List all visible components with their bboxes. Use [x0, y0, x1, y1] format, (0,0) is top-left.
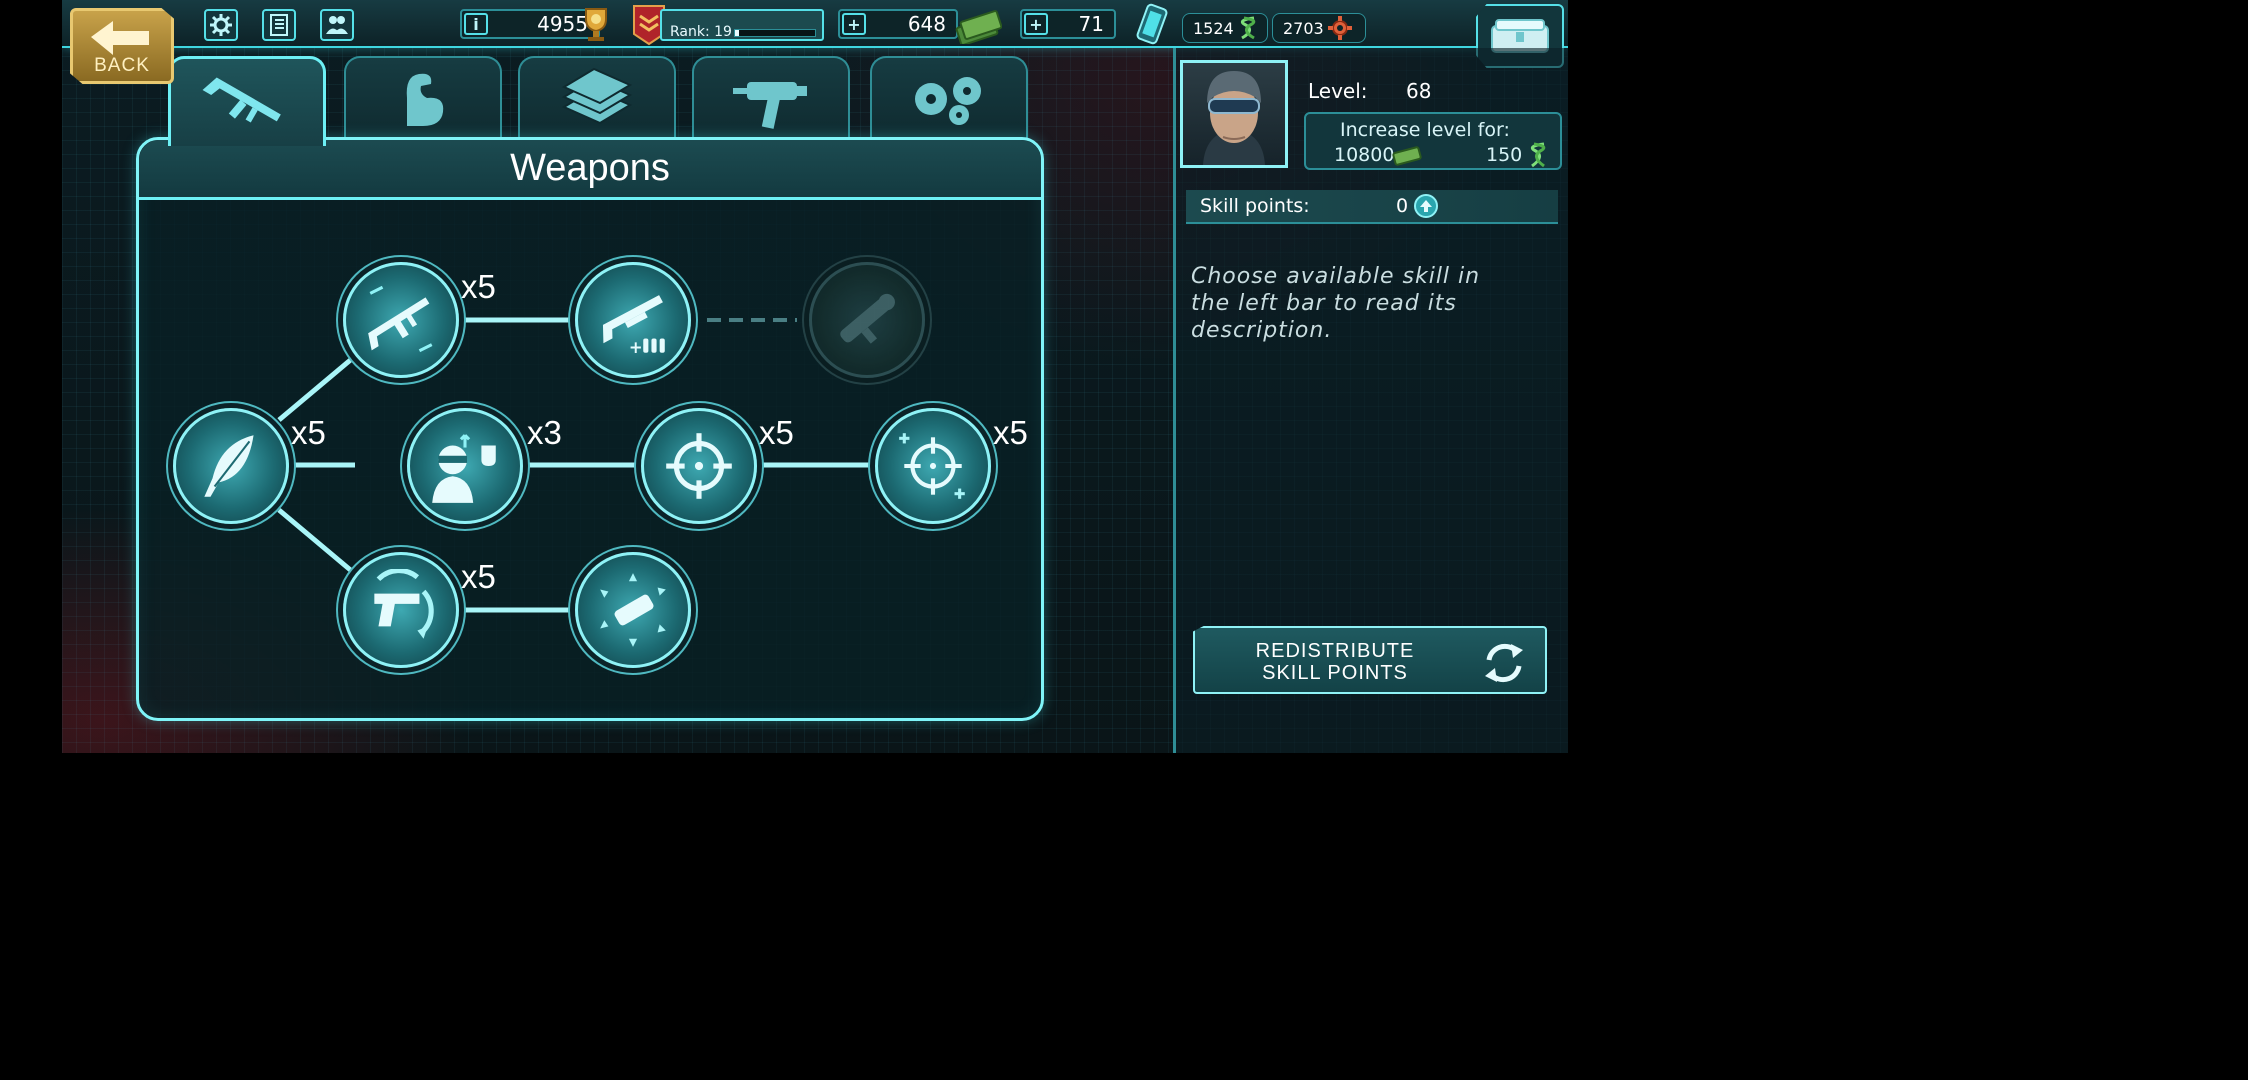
crystal-canister-icon: [1136, 3, 1168, 45]
multiplier-label: x5: [291, 414, 326, 451]
journal-button[interactable]: [262, 9, 296, 41]
skill-description: Choose available skill in the left bar t…: [1191, 264, 1481, 343]
pistol-reload-icon: [374, 569, 434, 639]
connector-line: [277, 508, 356, 575]
settings-button[interactable]: [204, 9, 238, 41]
skill-node-lightweight[interactable]: [173, 408, 289, 524]
level-cost-dna: 150: [1486, 144, 1523, 166]
refresh-cycle-icon: [1485, 643, 1523, 683]
crystal-counter: + 71: [1020, 9, 1116, 39]
level-up-cost-box: Increase level for: 10800 150: [1304, 112, 1562, 170]
cash-icon: [955, 10, 1002, 44]
cash-icon: [1392, 146, 1422, 166]
rifle-icon: [202, 76, 281, 122]
friends-button[interactable]: [320, 9, 354, 41]
skill-points-value: 0: [1396, 195, 1409, 217]
back-button[interactable]: BACK: [70, 8, 174, 84]
add-cash-button[interactable]: +: [842, 13, 866, 35]
dna-counter: 1524: [1182, 13, 1268, 43]
top-bar: i 4955 Rank: 19 + 648 + 71 1524 2703: [62, 0, 1568, 48]
level-value: 68: [1406, 79, 1432, 103]
parts-counter: 2703: [1272, 13, 1366, 43]
skill-node-aim[interactable]: [641, 408, 757, 524]
parts-value: 2703: [1283, 18, 1324, 38]
skill-node-assault-rifle[interactable]: [343, 262, 459, 378]
syringe-gun-icon: [733, 82, 807, 129]
tab-weapons[interactable]: [168, 56, 326, 146]
skill-node-aim-plus[interactable]: [875, 408, 991, 524]
assault-rifle-icon: [368, 285, 433, 353]
rocket-launcher-icon: [840, 293, 895, 344]
skill-node-strength[interactable]: [407, 408, 523, 524]
skill-node-rocket-launcher-locked[interactable]: [809, 262, 925, 378]
soldier-fist-icon: [432, 434, 496, 503]
soldier-avatar: [1203, 71, 1265, 165]
cash-counter: + 648: [838, 9, 958, 39]
game-screen: i 4955 Rank: 19 + 648 + 71 1524 2703 BAC…: [62, 0, 1568, 753]
level-label: Level:: [1308, 79, 1368, 103]
trophy-icon: [585, 8, 607, 41]
notebook-icon: [270, 14, 288, 36]
skill-points-row: Skill points: 0: [1186, 190, 1558, 224]
connector-line: [277, 355, 356, 422]
rank-progress-bar: [734, 29, 816, 37]
gears-icon: [915, 77, 981, 125]
crosshair-plus-icon: [899, 433, 965, 499]
money-stack-icon: [561, 67, 633, 125]
tab-medical[interactable]: [692, 56, 850, 140]
dna-icon: [1530, 142, 1546, 168]
back-arrow-icon: [91, 21, 149, 55]
info-icon[interactable]: i: [464, 13, 488, 35]
svg-text:+: +: [629, 338, 643, 357]
rank-panel: Rank: 19: [660, 9, 824, 41]
tab-economy[interactable]: [518, 56, 676, 140]
skill-point-up-icon: [1414, 194, 1438, 218]
redistribute-label: REDISTRIBUTE SKILL POINTS: [1255, 640, 1415, 684]
character-portrait: [1180, 60, 1288, 168]
shotgun-ammo-icon: +: [602, 295, 665, 357]
cash-value: 648: [907, 12, 946, 36]
multiplier-label: x5: [461, 558, 496, 595]
tab-technology[interactable]: [870, 56, 1028, 140]
gear-icon: [210, 14, 232, 36]
muscle-arm-icon: [406, 73, 444, 126]
tab-strength[interactable]: [344, 56, 502, 140]
add-crystals-button[interactable]: +: [1024, 13, 1048, 35]
skill-node-pistol-reload[interactable]: [343, 552, 459, 668]
redistribute-skill-points-button[interactable]: REDISTRIBUTE SKILL POINTS: [1193, 626, 1547, 694]
feather-icon: [204, 435, 254, 497]
crystal-value: 71: [1078, 12, 1104, 36]
rank-label: Rank: 19: [670, 24, 732, 40]
skill-points-label: Skill points:: [1200, 195, 1310, 217]
skill-node-shotgun-ammo[interactable]: +: [575, 262, 691, 378]
skill-node-shell-burst[interactable]: [575, 552, 691, 668]
multiplier-label: x5: [461, 268, 496, 305]
rank-progress-fill: [735, 30, 739, 36]
multiplier-label: x5: [993, 414, 1028, 451]
multiplier-label: x5: [759, 414, 794, 451]
dna-value: 1524: [1193, 18, 1234, 38]
level-cost-money: 10800: [1334, 144, 1395, 166]
crosshair-icon: [666, 433, 732, 499]
gear-parts-icon: [1327, 16, 1352, 40]
shell-burst-icon: [600, 573, 666, 647]
skill-tree-panel: Weapons x5 x5 + x3 x5 x5 x5: [136, 137, 1044, 721]
increase-level-label: Increase level for:: [1340, 119, 1510, 141]
multiplier-label: x3: [527, 414, 562, 451]
dna-icon: [1240, 16, 1255, 40]
people-icon: [326, 16, 348, 34]
